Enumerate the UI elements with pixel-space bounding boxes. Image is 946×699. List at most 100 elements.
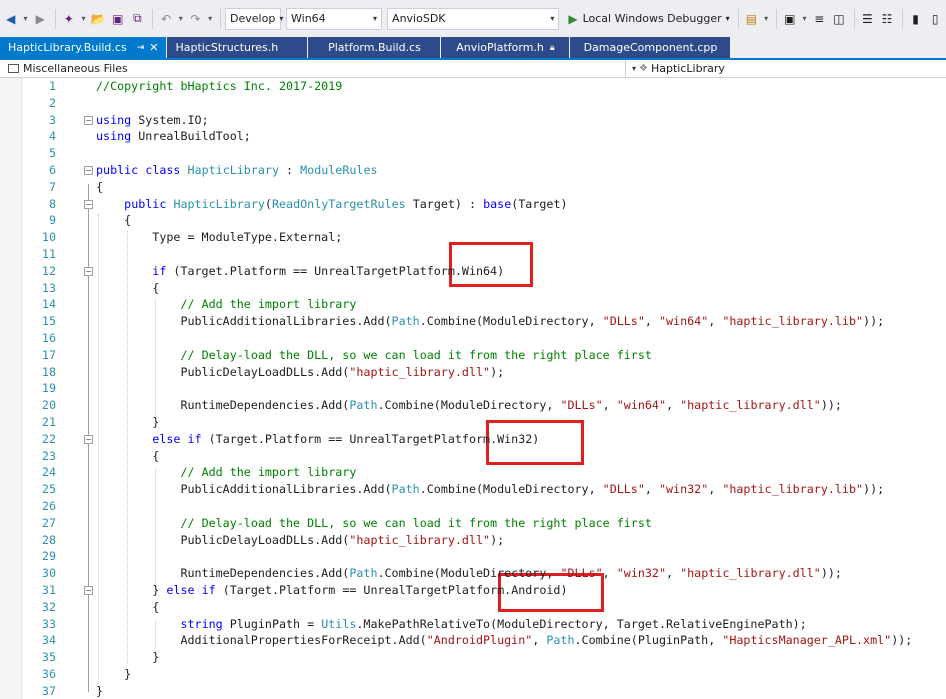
screenshot-icon[interactable]: ▣ <box>781 9 799 29</box>
code-line[interactable]: 22 − else if (Target.Platform == UnrealTa… <box>0 431 946 448</box>
solution-platform-select[interactable]: Win64 ▾ <box>286 7 383 30</box>
tab-hapticlibrary-build[interactable]: HapticLibrary.Build.cs ⇥ ✕ <box>0 37 167 58</box>
solution-config-value: Develop <box>230 12 276 25</box>
code-line[interactable]: 24 // Add the import library <box>0 464 946 481</box>
code-line[interactable]: 32 { <box>0 599 946 616</box>
code-line[interactable]: 4 using UnrealBuildTool; <box>0 128 946 145</box>
code-text: { <box>96 599 160 614</box>
code-line[interactable]: 1 //Copyright bHaptics Inc. 2017-2019 <box>0 78 946 95</box>
collapse-region-icon[interactable]: − <box>84 115 93 125</box>
code-line[interactable]: 2 <box>0 95 946 112</box>
code-line[interactable]: 17 // Delay-load the DLL, so we can load… <box>0 347 946 364</box>
solution-config-select[interactable]: Develop ▾ <box>225 7 283 30</box>
comment-lines-icon[interactable]: ☰ <box>859 9 877 29</box>
code-line[interactable]: 3 − using System.IO; <box>0 112 946 129</box>
code-line[interactable]: 18 PublicDelayLoadDLLs.Add("haptic_libra… <box>0 364 946 381</box>
collapse-region-icon[interactable]: − <box>84 434 93 444</box>
tab-label: AnvioPlatform.h <box>456 41 544 54</box>
new-dropdown-icon[interactable]: ▾ <box>80 9 88 29</box>
chevron-down-icon: ▾ <box>550 14 555 23</box>
pin-icon[interactable]: ⇥ <box>137 43 145 53</box>
line-number: 4 <box>48 129 56 144</box>
tab-damagecomponent[interactable]: DamageComponent.cpp <box>570 37 731 58</box>
collapse-region-icon[interactable]: − <box>84 266 93 276</box>
line-number: 5 <box>48 146 56 161</box>
align-icon[interactable]: ≡ <box>810 9 828 29</box>
code-line[interactable]: 25 PublicAdditionalLibraries.Add(Path.Co… <box>0 481 946 498</box>
back-dropdown-icon[interactable]: ▾ <box>22 9 30 29</box>
code-line[interactable]: 11 <box>0 246 946 263</box>
undo-icon[interactable]: ↶ <box>157 9 175 29</box>
project-scope-dropdown[interactable]: Miscellaneous Files <box>0 59 626 78</box>
code-line[interactable]: 15 PublicAdditionalLibraries.Add(Path.Co… <box>0 313 946 330</box>
code-line[interactable]: 10 Type = ModuleType.External; <box>0 229 946 246</box>
code-line[interactable]: 20 RuntimeDependencies.Add(Path.Combine(… <box>0 397 946 414</box>
bookmark-prev-icon[interactable]: ▯ <box>926 9 944 29</box>
code-line[interactable]: 14 // Add the import library <box>0 296 946 313</box>
code-editor[interactable]: 1//Copyright bHaptics Inc. 2017-2019 2 3− u… <box>0 78 946 699</box>
forward-icon[interactable]: ▶ <box>31 9 49 29</box>
code-line[interactable]: 12 − if (Target.Platform == UnrealTargetP… <box>0 263 946 280</box>
code-line[interactable]: 19 <box>0 380 946 397</box>
code-line[interactable]: 16 <box>0 330 946 347</box>
code-text: } <box>96 415 160 429</box>
code-line[interactable]: 13 { <box>0 280 946 297</box>
line-number: 28 <box>41 532 56 547</box>
line-number: 25 <box>41 482 56 497</box>
collapse-region-icon[interactable]: − <box>84 166 93 175</box>
split-view-icon[interactable]: ◫ <box>830 9 848 29</box>
open-folder-icon[interactable]: 📂 <box>89 9 107 29</box>
tab-platform-build[interactable]: Platform.Build.cs <box>308 37 441 58</box>
code-line[interactable]: 36 } <box>0 666 946 683</box>
tab-hapticstructures[interactable]: HapticStructures.h <box>167 37 308 58</box>
code-line[interactable]: 26 <box>0 498 946 515</box>
code-line[interactable]: 6 − public class HapticLibrary : ModuleRul… <box>0 162 946 179</box>
startup-project-select[interactable]: AnvioSDK ▾ <box>387 7 560 30</box>
code-line[interactable]: 35 } <box>0 649 946 666</box>
code-text: { <box>96 179 104 194</box>
code-line[interactable]: 31 − } else if (Target.Platform == Unreal… <box>0 582 946 599</box>
code-text: public class HapticLibrary : ModuleRules <box>96 163 378 177</box>
toolbar-separator <box>220 8 222 29</box>
code-line[interactable]: 29 <box>0 548 946 565</box>
code-line[interactable]: 21 } <box>0 414 946 431</box>
code-line[interactable]: 9 { <box>0 212 946 229</box>
code-line[interactable]: 30 RuntimeDependencies.Add(Path.Combine(… <box>0 565 946 582</box>
code-line[interactable]: 7{ <box>0 179 946 196</box>
code-line[interactable]: 27 // Delay-load the DLL, so we can load… <box>0 515 946 532</box>
find-in-files-icon[interactable]: ▤ <box>743 9 761 29</box>
code-line[interactable]: 37} <box>0 683 946 699</box>
code-line[interactable]: 5 <box>0 145 946 162</box>
line-number: 8 <box>48 196 56 211</box>
redo-icon[interactable]: ↷ <box>187 9 205 29</box>
start-debugging-button[interactable]: ▶ Local Windows Debugger ▾ <box>564 8 733 30</box>
redo-dropdown-icon[interactable]: ▾ <box>206 9 214 29</box>
main-toolbar: ◀ ▾ ▶ ✦ ▾ 📂 ▣ ⧉ ↶ ▾ ↷ ▾ Develop ▾ Win64 … <box>0 0 946 37</box>
code-line[interactable]: 33 string PluginPath = Utils.MakePathRel… <box>0 616 946 633</box>
line-number: 36 <box>41 667 56 681</box>
uncomment-lines-icon[interactable]: ☷ <box>878 9 896 29</box>
save-icon[interactable]: ▣ <box>109 9 127 29</box>
code-text: if (Target.Platform == UnrealTargetPlatf… <box>152 263 505 278</box>
chevron-down-icon: ▾ <box>632 64 637 73</box>
close-icon[interactable]: ✕ <box>149 41 158 54</box>
find-dropdown-icon[interactable]: ▾ <box>762 9 770 29</box>
code-text: PublicAdditionalLibraries.Add(Path.Combi… <box>96 482 885 497</box>
collapse-region-icon[interactable]: − <box>84 586 93 595</box>
code-line[interactable]: 28 PublicDelayLoadDLLs.Add("haptic_libra… <box>0 532 946 549</box>
tab-anvioplatform[interactable]: AnvioPlatform.h 🔒︎ <box>441 37 570 58</box>
code-line[interactable]: 34 AdditionalPropertiesForReceipt.Add("A… <box>0 632 946 649</box>
undo-dropdown-icon[interactable]: ▾ <box>177 9 185 29</box>
collapse-region-icon[interactable]: − <box>84 199 93 209</box>
new-project-icon[interactable]: ✦ <box>60 9 78 29</box>
code-line[interactable]: 23 { <box>0 448 946 465</box>
bookmark-icon[interactable]: ▮ <box>907 9 925 29</box>
back-icon[interactable]: ◀ <box>2 9 20 29</box>
screenshot-dropdown-icon[interactable]: ▾ <box>801 9 809 29</box>
save-all-icon[interactable]: ⧉ <box>129 9 147 29</box>
type-scope-dropdown[interactable]: ▾ ❖ HapticLibrary <box>626 62 725 75</box>
tab-label: HapticStructures.h <box>175 41 279 54</box>
code-text: // Delay-load the DLL, so we can load it… <box>180 515 652 530</box>
line-number: 35 <box>41 650 56 665</box>
code-line[interactable]: 8 − public HapticLibrary(ReadOnlyTargetRu… <box>0 196 946 213</box>
